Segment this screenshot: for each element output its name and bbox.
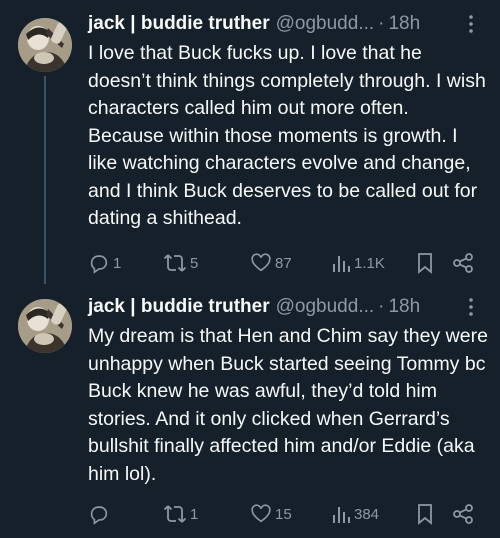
views-button[interactable]: 384 bbox=[331, 501, 379, 527]
avatar[interactable] bbox=[18, 18, 72, 72]
tweet-header: jack | buddie truther @ogbudd... · 18h bbox=[88, 293, 480, 321]
reply-icon bbox=[88, 503, 110, 525]
separator-dot: · bbox=[378, 296, 385, 317]
retweet-button[interactable]: 1 bbox=[163, 501, 198, 527]
author-name[interactable]: jack | buddie truther bbox=[88, 296, 270, 318]
reply-button[interactable] bbox=[88, 501, 113, 527]
bookmark-icon bbox=[416, 252, 434, 274]
author-handle[interactable]: @ogbudd... bbox=[276, 13, 375, 35]
author-handle[interactable]: @ogbudd... bbox=[276, 296, 375, 318]
separator-dot: · bbox=[378, 13, 385, 34]
like-button[interactable]: 87 bbox=[250, 250, 292, 276]
bookmark-icon bbox=[416, 503, 434, 525]
retweet-icon bbox=[163, 252, 187, 274]
bookmark-button[interactable] bbox=[416, 250, 434, 276]
views-count: 1.1K bbox=[354, 254, 385, 272]
more-icon[interactable] bbox=[462, 13, 480, 35]
tweet-text: My dream is that Hen and Chim say they w… bbox=[88, 325, 488, 485]
share-button[interactable] bbox=[452, 250, 474, 276]
share-icon bbox=[452, 503, 474, 525]
views-icon bbox=[331, 252, 351, 274]
retweet-count: 5 bbox=[190, 254, 199, 272]
timestamp[interactable]: 18h bbox=[388, 13, 420, 35]
tweet-text: I love that Buck fucks up. I love that h… bbox=[88, 42, 486, 229]
retweet-button[interactable]: 5 bbox=[163, 250, 198, 276]
share-button[interactable] bbox=[452, 501, 474, 527]
timestamp[interactable]: 18h bbox=[388, 296, 420, 318]
heart-icon bbox=[250, 252, 272, 274]
reply-icon bbox=[88, 252, 110, 274]
tweet[interactable]: jack | buddie truther @ogbudd... · 18h I… bbox=[0, 10, 500, 280]
retweet-icon bbox=[163, 503, 187, 525]
views-icon bbox=[331, 503, 351, 525]
share-icon bbox=[452, 252, 474, 274]
like-count: 87 bbox=[275, 254, 292, 272]
author-name[interactable]: jack | buddie truther bbox=[88, 13, 270, 35]
like-button[interactable]: 15 bbox=[250, 501, 292, 527]
heart-icon bbox=[250, 503, 272, 525]
avatar[interactable] bbox=[18, 299, 72, 353]
retweet-count: 1 bbox=[190, 505, 199, 523]
views-count: 384 bbox=[354, 505, 380, 523]
reply-count: 1 bbox=[113, 254, 122, 272]
tweet-header: jack | buddie truther @ogbudd... · 18h bbox=[88, 10, 480, 38]
more-icon[interactable] bbox=[462, 296, 480, 318]
views-button[interactable]: 1.1K bbox=[331, 250, 385, 276]
action-bar: 1 15 384 bbox=[88, 501, 488, 527]
bookmark-button[interactable] bbox=[416, 501, 434, 527]
like-count: 15 bbox=[275, 505, 292, 523]
tweet[interactable]: jack | buddie truther @ogbudd... · 18h M… bbox=[0, 293, 500, 533]
reply-button[interactable]: 1 bbox=[88, 250, 121, 276]
action-bar: 1 5 87 1.1K bbox=[88, 250, 488, 276]
